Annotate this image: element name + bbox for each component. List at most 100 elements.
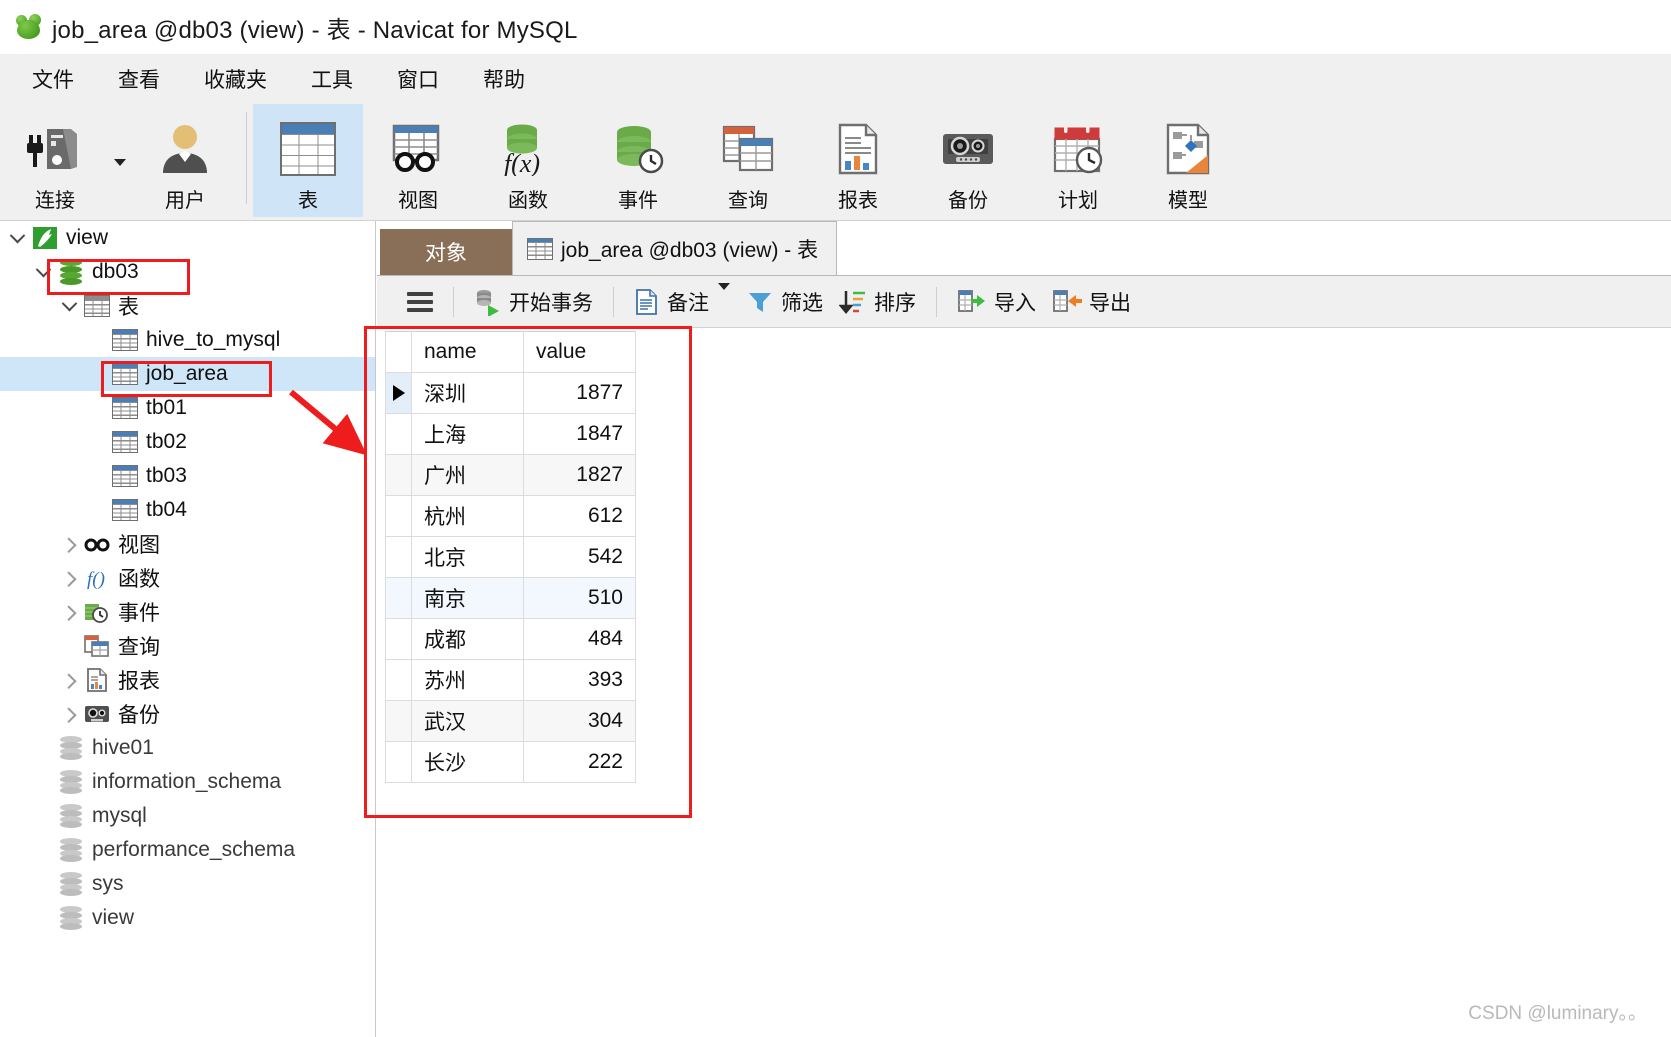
export-button[interactable]: 导出 — [1044, 280, 1139, 324]
cell-name[interactable]: 苏州 — [411, 659, 524, 701]
tree-item-hive_to_mysql[interactable]: hive_to_mysql — [0, 323, 375, 357]
table-row[interactable]: 成都 484 — [385, 618, 636, 660]
toolbar-button-table[interactable]: 表 — [253, 104, 363, 217]
cell-name[interactable]: 北京 — [411, 536, 524, 578]
row-indicator[interactable] — [385, 700, 412, 742]
tree-item-views-folder[interactable]: 视图 — [0, 527, 375, 561]
tree-item-reports-folder[interactable]: 报表 — [0, 663, 375, 697]
cell-name[interactable]: 武汉 — [411, 700, 524, 742]
table-row[interactable]: 上海 1847 — [385, 413, 636, 455]
note-dropdown-caret-icon[interactable] — [718, 282, 730, 314]
cell-value[interactable]: 1877 — [523, 372, 636, 414]
row-indicator[interactable] — [385, 577, 412, 619]
tree-item-tables-folder[interactable]: 表 — [0, 289, 375, 323]
tree-item-tb01[interactable]: tb01 — [0, 391, 375, 425]
table-row[interactable]: 北京 542 — [385, 536, 636, 578]
menu-item-help[interactable]: 帮助 — [461, 59, 547, 99]
tree-item-view-database[interactable]: view — [0, 901, 375, 935]
toolbar-button-connection[interactable]: 连接 — [0, 104, 110, 217]
cell-name[interactable]: 南京 — [411, 577, 524, 619]
cell-value[interactable]: 612 — [523, 495, 636, 537]
cell-name[interactable]: 成都 — [411, 618, 524, 660]
menu-item-favorites[interactable]: 收藏夹 — [182, 59, 289, 99]
menu-item-window[interactable]: 窗口 — [375, 59, 461, 99]
cell-value[interactable]: 393 — [523, 659, 636, 701]
filter-button[interactable]: 筛选 — [738, 280, 831, 324]
tree-item-tb04[interactable]: tb04 — [0, 493, 375, 527]
toolbar-button-backup[interactable]: 备份 — [913, 104, 1023, 217]
twisty-right-icon[interactable] — [56, 706, 82, 723]
column-header-value[interactable]: value — [523, 331, 636, 373]
toolbar-button-view[interactable]: 视图 — [363, 104, 473, 217]
twisty-down-icon[interactable] — [56, 295, 82, 312]
cell-value[interactable]: 1847 — [523, 413, 636, 455]
table-row[interactable]: 广州 1827 — [385, 454, 636, 496]
row-indicator[interactable] — [385, 618, 412, 660]
toolbar-button-function[interactable]: f(x) 函数 — [473, 104, 583, 217]
tree-item-hive01[interactable]: hive01 — [0, 731, 375, 765]
row-indicator[interactable] — [385, 413, 412, 455]
tab-job-area-table[interactable]: job_area @db03 (view) - 表 — [512, 221, 838, 275]
toolbar-button-query[interactable]: 查询 — [693, 104, 803, 217]
sort-button[interactable]: 排序 — [831, 280, 924, 324]
object-tree-sidebar[interactable]: view db03 表 hive_to_mysql job_area tb01 … — [0, 221, 376, 1037]
twisty-down-icon[interactable] — [4, 227, 30, 244]
cell-name[interactable]: 长沙 — [411, 741, 524, 783]
menu-item-tools[interactable]: 工具 — [289, 59, 375, 99]
tab-objects[interactable]: 对象 — [380, 229, 512, 275]
cell-value[interactable]: 484 — [523, 618, 636, 660]
row-indicator[interactable] — [385, 454, 412, 496]
toolbar-button-event[interactable]: 事件 — [583, 104, 693, 217]
tree-item-information_schema[interactable]: information_schema — [0, 765, 375, 799]
tree-item-tb03[interactable]: tb03 — [0, 459, 375, 493]
toolbar-button-report[interactable]: 报表 — [803, 104, 913, 217]
twisty-right-icon[interactable] — [56, 672, 82, 689]
cell-name[interactable]: 深圳 — [411, 372, 524, 414]
cell-name[interactable]: 杭州 — [411, 495, 524, 537]
tree-item-job_area[interactable]: job_area — [0, 357, 375, 391]
tree-item-tb02[interactable]: tb02 — [0, 425, 375, 459]
row-indicator[interactable] — [385, 741, 412, 783]
tree-item-connection-view[interactable]: view — [0, 221, 375, 255]
table-row[interactable]: 南京 510 — [385, 577, 636, 619]
column-header-name[interactable]: name — [411, 331, 524, 373]
table-row[interactable]: 苏州 393 — [385, 659, 636, 701]
tree-item-performance_schema[interactable]: performance_schema — [0, 833, 375, 867]
tree-item-functions-folder[interactable]: f() 函数 — [0, 561, 375, 595]
table-row[interactable]: 武汉 304 — [385, 700, 636, 742]
twisty-right-icon[interactable] — [56, 570, 82, 587]
menu-item-view[interactable]: 查看 — [96, 59, 182, 99]
data-grid-container[interactable]: name value 深圳 1877 上海 1847 广州 1827 杭州 61… — [385, 331, 636, 783]
tree-item-mysql[interactable]: mysql — [0, 799, 375, 833]
note-button[interactable]: 备注 — [626, 280, 738, 324]
toolbar-button-schedule[interactable]: 计划 — [1023, 104, 1133, 217]
cell-value[interactable]: 542 — [523, 536, 636, 578]
tree-item-db03[interactable]: db03 — [0, 255, 375, 289]
row-indicator[interactable] — [385, 495, 412, 537]
tree-item-sys[interactable]: sys — [0, 867, 375, 901]
row-indicator-current[interactable] — [385, 372, 412, 414]
menu-item-file[interactable]: 文件 — [10, 59, 96, 99]
cell-value[interactable]: 1827 — [523, 454, 636, 496]
twisty-right-icon[interactable] — [56, 536, 82, 553]
toolbar-button-user[interactable]: 用户 — [130, 104, 240, 217]
cell-value[interactable]: 222 — [523, 741, 636, 783]
begin-transaction-button[interactable]: 开始事务 — [466, 280, 601, 324]
table-row[interactable]: 深圳 1877 — [385, 372, 636, 414]
tree-item-backups-folder[interactable]: 备份 — [0, 697, 375, 731]
tree-item-events-folder[interactable]: 事件 — [0, 595, 375, 629]
import-button[interactable]: 导入 — [949, 280, 1044, 324]
data-grid[interactable]: name value 深圳 1877 上海 1847 广州 1827 杭州 61… — [385, 331, 636, 783]
table-row[interactable]: 杭州 612 — [385, 495, 636, 537]
twisty-down-icon[interactable] — [30, 261, 56, 278]
cell-name[interactable]: 广州 — [411, 454, 524, 496]
tree-item-queries-folder[interactable]: 查询 — [0, 629, 375, 663]
grid-menu-button[interactable] — [399, 280, 441, 324]
cell-name[interactable]: 上海 — [411, 413, 524, 455]
toolbar-button-model[interactable]: 模型 — [1133, 104, 1243, 217]
cell-value[interactable]: 304 — [523, 700, 636, 742]
row-indicator[interactable] — [385, 659, 412, 701]
cell-value[interactable]: 510 — [523, 577, 636, 619]
twisty-right-icon[interactable] — [56, 604, 82, 621]
row-indicator[interactable] — [385, 536, 412, 578]
